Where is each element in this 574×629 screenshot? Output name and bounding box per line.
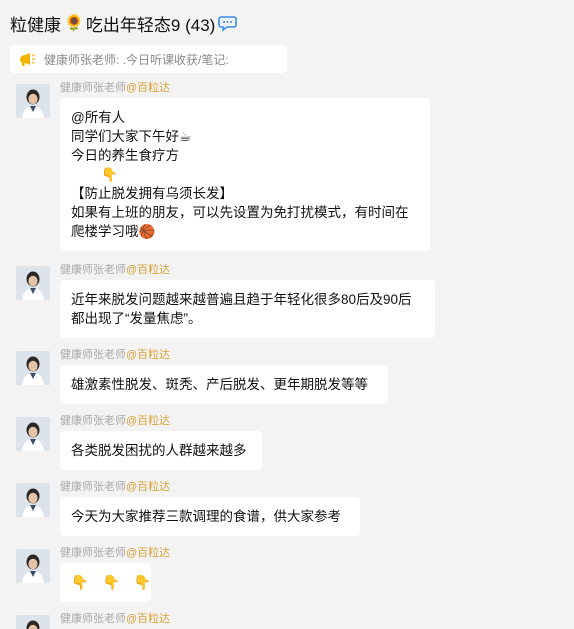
message-line: 爬楼学习哦🏀 — [71, 224, 156, 239]
chat-title-suffix: 吃出年轻态9 (43) — [85, 15, 216, 35]
sender-tag: @百粒达 — [126, 547, 171, 559]
message-line: @所有人 — [71, 110, 126, 125]
sender-name[interactable]: 健康师张老师 — [60, 415, 126, 427]
message-bubble[interactable]: 雄激素性脱发、斑秃、产后脱发、更年期脱发等等 — [60, 365, 388, 404]
sender-line: 健康师张老师@百粒达 — [60, 478, 170, 494]
sender-tag: @百粒达 — [126, 613, 171, 625]
speech-bubble-icon[interactable] — [218, 14, 238, 32]
sender-name[interactable]: 健康师张老师 — [60, 613, 126, 625]
sender-tag: @百粒达 — [126, 481, 171, 493]
message-line: 今天为大家推荐三款调理的食谱，供大家参考 — [71, 509, 341, 524]
sender-name[interactable]: 健康师张老师 — [60, 264, 126, 276]
message-line: 都出现了“发量焦虑”。 — [71, 311, 202, 326]
sunflower-emoji: 🌻 — [64, 15, 84, 32]
avatar[interactable] — [16, 417, 50, 451]
avatar[interactable] — [16, 549, 50, 583]
message-line: 同学们大家下午好☕ — [71, 129, 192, 144]
pointing-down-emoji: 👇 — [133, 574, 152, 590]
message-bubble[interactable]: 近年来脱发问题越来越普遍且趋于年轻化很多80后及90后 都出现了“发量焦虑”。 — [60, 280, 435, 338]
avatar[interactable] — [16, 615, 50, 629]
sender-line: 健康师张老师@百粒达 — [60, 412, 170, 428]
sender-line: 健康师张老师@百粒达 — [60, 79, 170, 95]
pointing-down-emoji: 👇 — [71, 574, 89, 590]
message-bubble[interactable]: 各类脱发困扰的人群越来越多 — [60, 431, 262, 470]
avatar[interactable] — [16, 483, 50, 517]
message-line: 近年来脱发问题越来越普遍且趋于年轻化很多80后及90后 — [71, 292, 412, 307]
sender-name[interactable]: 健康师张老师 — [60, 481, 126, 493]
pointing-down-emoji: 👇 — [101, 167, 118, 182]
message-bubble[interactable]: 今天为大家推荐三款调理的食谱，供大家参考 — [60, 497, 360, 536]
pointing-down-emoji: 👇 — [102, 574, 120, 590]
avatar[interactable] — [16, 351, 50, 385]
sender-tag: @百粒达 — [126, 264, 171, 276]
sender-name[interactable]: 健康师张老师 — [60, 547, 126, 559]
sender-name[interactable]: 健康师张老师 — [60, 82, 126, 94]
message-bubble[interactable]: @所有人 同学们大家下午好☕ 今日的养生食疗方 👇 【防止脱发拥有乌须长发】 如… — [60, 98, 430, 251]
notice-text: 健康师张老师: .今日听课收获/笔记: — [44, 52, 229, 67]
sender-tag: @百粒达 — [126, 349, 171, 361]
sender-tag: @百粒达 — [126, 415, 171, 427]
avatar[interactable] — [16, 84, 50, 118]
sender-line: 健康师张老师@百粒达 — [60, 261, 170, 277]
message-line: 各类脱发困扰的人群越来越多 — [71, 443, 247, 458]
chat-header: 粒健康 🌻 吃出年轻态9 (43) — [0, 0, 574, 46]
message-line: 【防止脱发拥有乌须长发】 — [71, 186, 233, 201]
group-notice-bar[interactable]: 健康师张老师: .今日听课收获/笔记: — [10, 45, 287, 73]
sender-tag: @百粒达 — [126, 82, 171, 94]
emoji-row: 👇 👇 👇 — [71, 573, 151, 592]
avatar[interactable] — [16, 266, 50, 300]
announcement-icon — [20, 53, 35, 66]
sender-line: 健康师张老师@百粒达 — [60, 610, 170, 626]
sender-name[interactable]: 健康师张老师 — [60, 349, 126, 361]
message-line: 如果有上班的朋友，可以先设置为免打扰模式，有时间在 — [71, 205, 409, 220]
message-line: 今日的养生食疗方 — [71, 148, 179, 163]
chat-title-prefix: 粒健康 — [10, 15, 61, 35]
message-line: 雄激素性脱发、斑秃、产后脱发、更年期脱发等等 — [71, 377, 368, 392]
sender-line: 健康师张老师@百粒达 — [60, 544, 170, 560]
sender-line: 健康师张老师@百粒达 — [60, 346, 170, 362]
message-bubble[interactable]: 👇 👇 👇 — [60, 563, 151, 602]
